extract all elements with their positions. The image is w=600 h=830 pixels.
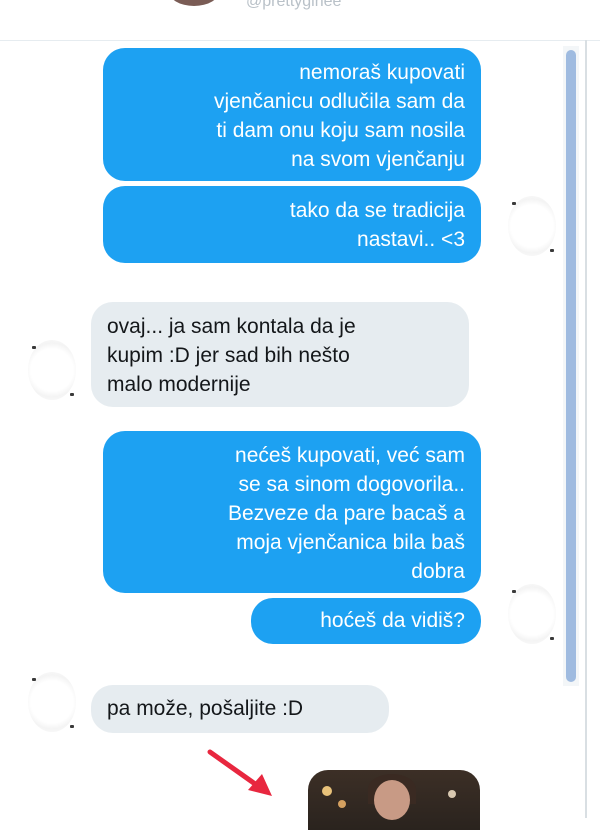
panel-divider xyxy=(585,40,587,818)
photo-detail xyxy=(374,780,410,820)
scrollbar[interactable] xyxy=(563,46,579,686)
message-bubble-incoming: ovaj... ja sam kontala da je kupim :D je… xyxy=(91,302,469,407)
contact-handle[interactable]: @prettyginee xyxy=(246,0,341,11)
contact-avatar-small[interactable] xyxy=(28,672,76,732)
message-bubble-outgoing: nećeš kupovati, već sam se sa sinom dogo… xyxy=(103,431,481,593)
message-bubble-outgoing: nemoraš kupovati vjenčanicu odlučila sam… xyxy=(103,48,481,181)
photo-detail xyxy=(322,786,332,796)
contact-avatar-small[interactable] xyxy=(28,340,76,400)
photo-detail xyxy=(448,790,456,798)
sender-avatar[interactable] xyxy=(508,196,556,256)
sender-avatar[interactable] xyxy=(508,584,556,644)
photo-attachment[interactable] xyxy=(308,770,480,830)
conversation-header: @prettyginee xyxy=(0,0,600,41)
message-bubble-outgoing: hoćeš da vidiš? xyxy=(251,598,481,644)
photo-detail xyxy=(338,800,346,808)
message-bubble-incoming: pa može, pošaljite :D xyxy=(91,685,389,733)
message-bubble-outgoing: tako da se tradicija nastavi.. <3 xyxy=(103,186,481,263)
scrollbar-thumb[interactable] xyxy=(566,50,576,682)
contact-avatar[interactable] xyxy=(168,0,220,6)
